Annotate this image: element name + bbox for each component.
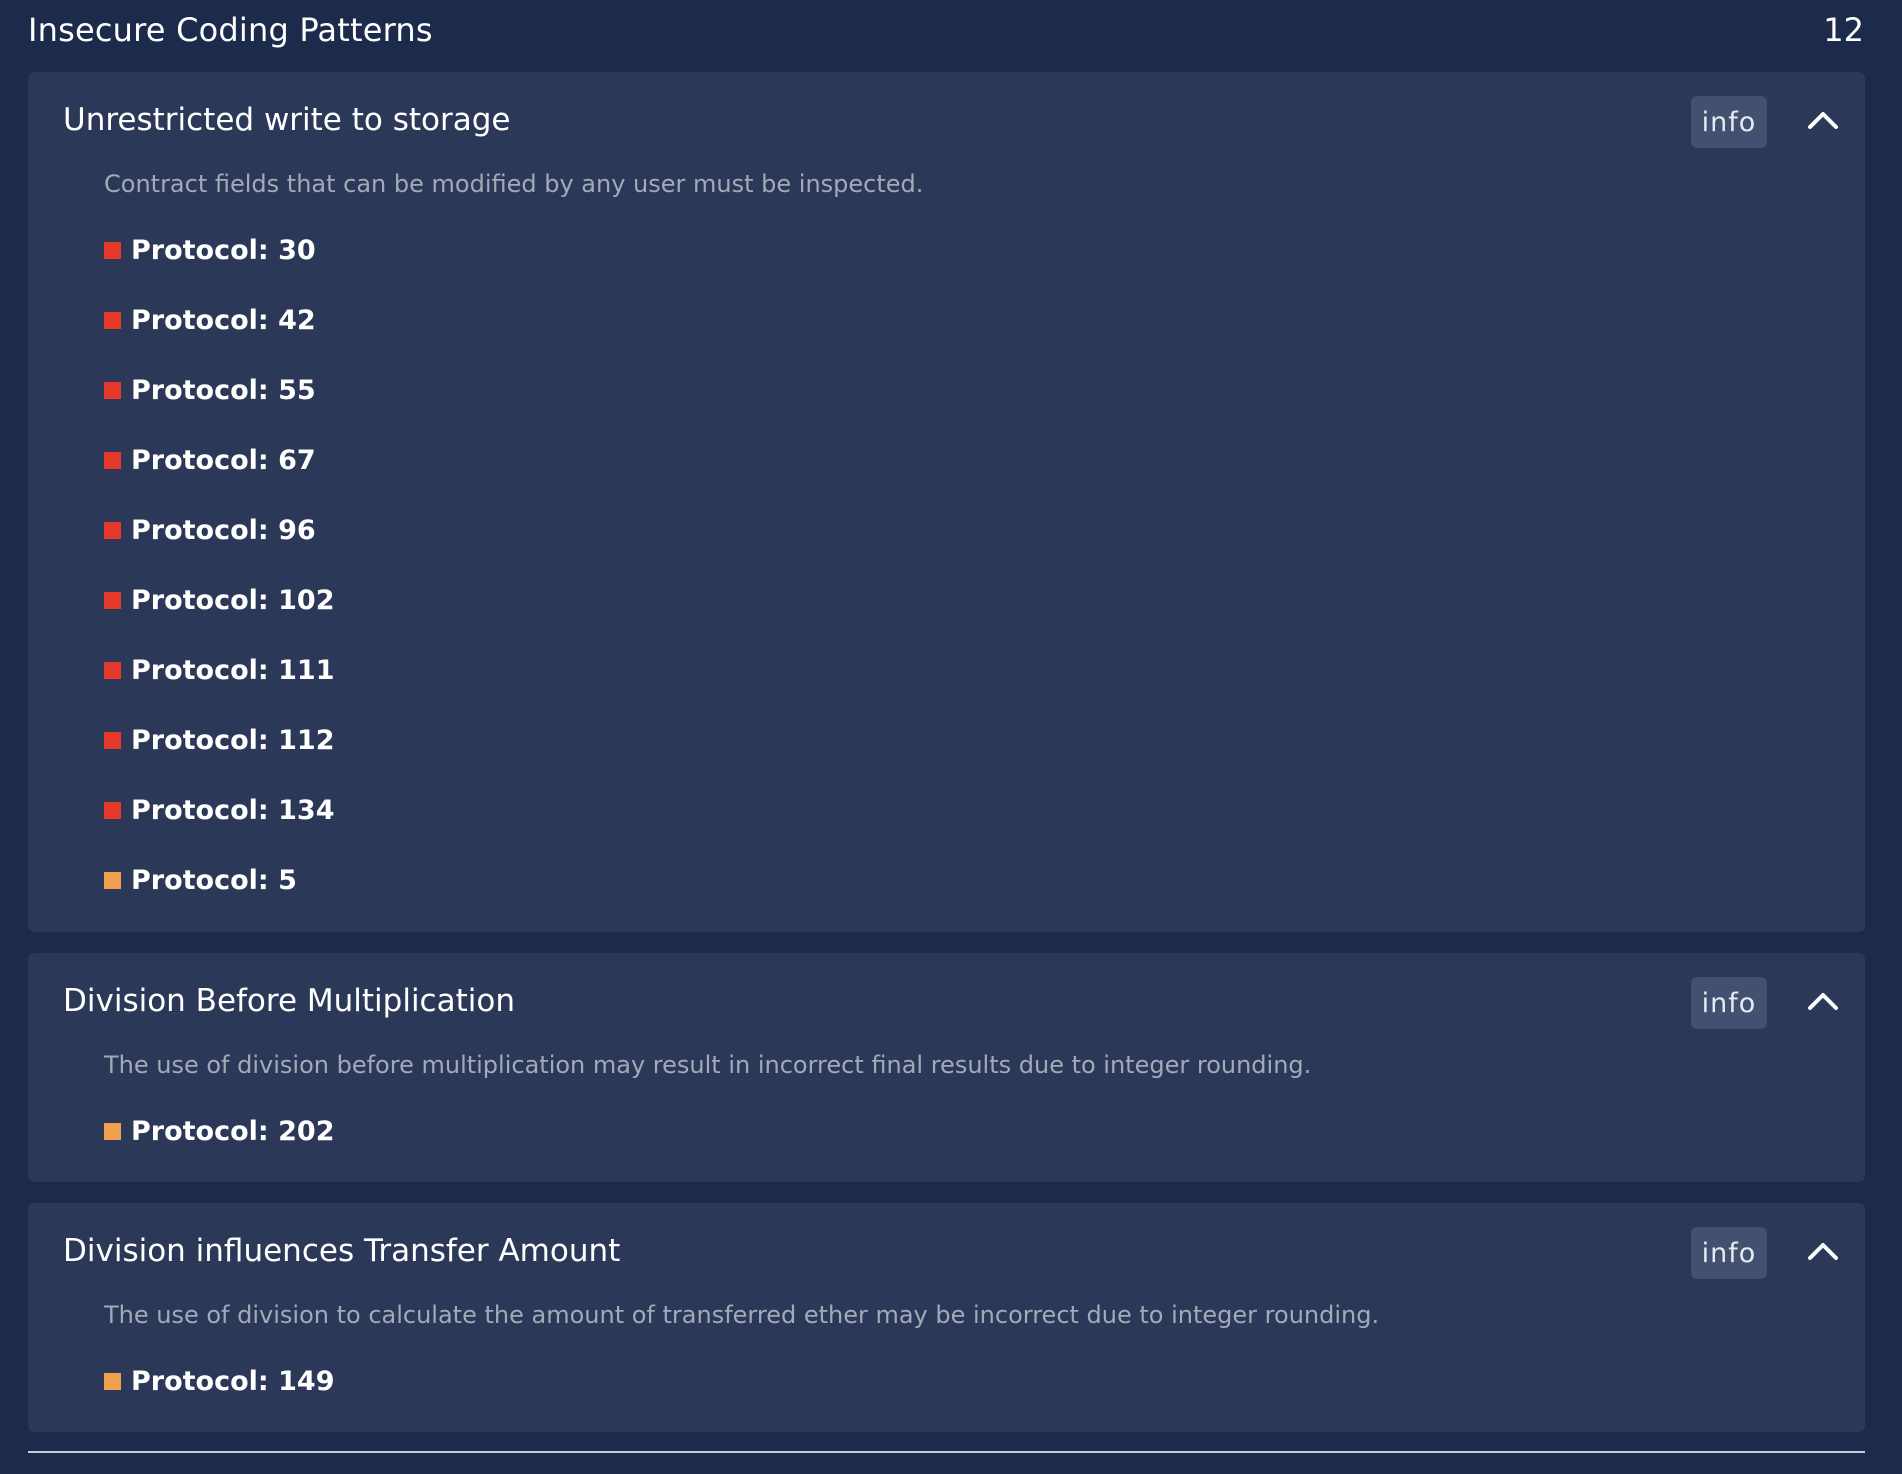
finding-label: Protocol: 102 [131, 584, 335, 616]
severity-marker [104, 871, 121, 889]
finding-label: Protocol: 30 [131, 234, 316, 266]
finding-item[interactable]: Protocol: 42 [104, 285, 334, 355]
finding-item[interactable]: Protocol: 55 [104, 355, 334, 425]
finding-item[interactable]: Protocol: 134 [104, 775, 334, 845]
finding-label: Protocol: 202 [131, 1115, 335, 1147]
card-title: Division influences Transfer Amount [63, 1233, 621, 1269]
severity-marker [104, 1122, 121, 1140]
severity-marker [104, 731, 121, 749]
finding-label: Protocol: 5 [131, 864, 297, 896]
info-button[interactable]: info [1691, 1227, 1767, 1279]
finding-label: Protocol: 42 [131, 304, 316, 336]
severity-marker [104, 381, 121, 399]
divider [28, 1451, 1865, 1453]
finding-list: Protocol: 149 [104, 1346, 334, 1416]
finding-item[interactable]: Protocol: 102 [104, 565, 334, 635]
card-title: Unrestricted write to storage [63, 102, 511, 138]
finding-list: Protocol: 202 [104, 1096, 334, 1166]
finding-item[interactable]: Protocol: 111 [104, 635, 334, 705]
pattern-card-division-influences-transfer: Division influences Transfer Amount info… [28, 1203, 1865, 1432]
severity-marker [104, 311, 121, 329]
severity-marker [104, 521, 121, 539]
card-description: The use of division before multiplicatio… [104, 1051, 1312, 1079]
severity-marker [104, 241, 121, 259]
finding-item[interactable]: Protocol: 112 [104, 705, 334, 775]
chevron-up-icon[interactable] [1801, 979, 1845, 1023]
severity-marker [104, 591, 121, 609]
section-header: Insecure Coding Patterns 12 [28, 0, 1864, 60]
severity-marker [104, 661, 121, 679]
severity-marker [104, 451, 121, 469]
chevron-up-icon[interactable] [1801, 98, 1845, 142]
card-title: Division Before Multiplication [63, 983, 515, 1019]
finding-label: Protocol: 149 [131, 1365, 335, 1397]
severity-marker [104, 1372, 121, 1390]
finding-label: Protocol: 134 [131, 794, 335, 826]
finding-label: Protocol: 67 [131, 444, 316, 476]
section-title: Insecure Coding Patterns [28, 11, 433, 49]
finding-item[interactable]: Protocol: 149 [104, 1346, 334, 1416]
finding-item[interactable]: Protocol: 30 [104, 215, 334, 285]
finding-list: Protocol: 30 Protocol: 42 Protocol: 55 P… [104, 215, 334, 915]
finding-label: Protocol: 96 [131, 514, 316, 546]
finding-item[interactable]: Protocol: 5 [104, 845, 334, 915]
issue-count: 12 [1823, 11, 1864, 49]
card-description: The use of division to calculate the amo… [104, 1301, 1380, 1329]
pattern-card-unrestricted-write: Unrestricted write to storage info Contr… [28, 72, 1865, 932]
finding-label: Protocol: 55 [131, 374, 316, 406]
info-button[interactable]: info [1691, 96, 1767, 148]
severity-marker [104, 801, 121, 819]
chevron-up-icon[interactable] [1801, 1229, 1845, 1273]
finding-item[interactable]: Protocol: 96 [104, 495, 334, 565]
finding-label: Protocol: 111 [131, 654, 335, 686]
finding-item[interactable]: Protocol: 67 [104, 425, 334, 495]
card-description: Contract fields that can be modified by … [104, 170, 924, 198]
finding-label: Protocol: 112 [131, 724, 335, 756]
finding-item[interactable]: Protocol: 202 [104, 1096, 334, 1166]
info-button[interactable]: info [1691, 977, 1767, 1029]
pattern-card-division-before-multiplication: Division Before Multiplication info The … [28, 953, 1865, 1182]
